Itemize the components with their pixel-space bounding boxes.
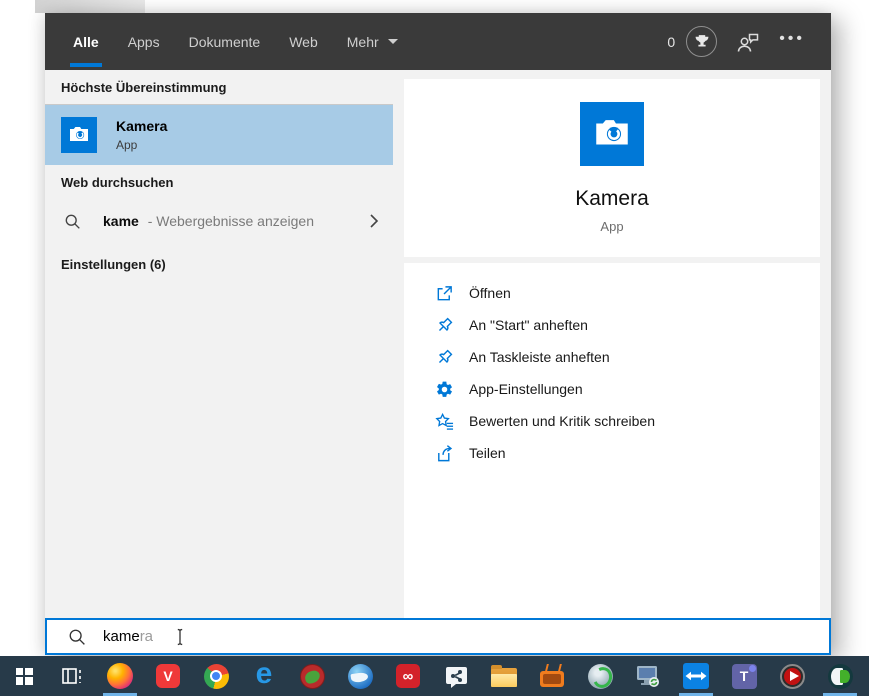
taskbar-tv-app[interactable] [528, 656, 576, 696]
action-share[interactable]: Teilen [435, 437, 820, 469]
taskbar-cisco-webex[interactable] [816, 656, 864, 696]
tv-app-icon [540, 671, 564, 687]
chrome-icon [204, 664, 229, 689]
feedback-person-icon [741, 38, 747, 44]
taskbar-chrome[interactable] [192, 656, 240, 696]
action-pin-taskbar[interactable]: An Taskleiste anheften [435, 341, 820, 373]
adobe-creative-cloud-icon [396, 664, 420, 688]
search-icon [64, 213, 81, 230]
taskbar-teamviewer[interactable] [672, 656, 720, 696]
gear-icon [435, 380, 454, 399]
pin-icon [435, 316, 454, 335]
background-window-edge [35, 0, 145, 13]
action-app-settings[interactable]: App-Einstellungen [435, 373, 820, 405]
tab-alle[interactable]: Alle [73, 13, 99, 70]
camera-app-icon [61, 117, 97, 153]
tab-mehr-label: Mehr [347, 34, 379, 50]
best-match-type: App [116, 138, 167, 152]
taskbar-file-explorer[interactable] [480, 656, 528, 696]
camera-app-icon-large [580, 102, 644, 166]
taskbar-vivaldi[interactable] [144, 656, 192, 696]
trophy-icon [686, 26, 717, 57]
media-player-icon [780, 664, 805, 689]
search-input-value: kame [103, 628, 140, 645]
taskbar-microsoft-teams[interactable] [720, 656, 768, 696]
teamviewer-icon [683, 663, 709, 689]
tab-apps[interactable]: Apps [128, 13, 160, 70]
rewards-count: 0 [667, 34, 675, 50]
suggestion-hint: - Webergebnisse anzeigen [148, 213, 314, 229]
taskbar-thunderbird[interactable] [336, 656, 384, 696]
search-input[interactable]: kamera [45, 618, 831, 655]
taskbar-firefox[interactable] [96, 656, 144, 696]
tab-web[interactable]: Web [289, 13, 318, 70]
action-list: Öffnen An "Start" anheften [404, 263, 820, 618]
microsoft-teams-icon [732, 664, 757, 689]
taskbar-cisco-anyconnect[interactable] [576, 656, 624, 696]
tab-mehr[interactable]: Mehr [347, 13, 398, 70]
thunderbird-icon [348, 664, 373, 689]
preview-app-title: Kamera [575, 187, 649, 211]
mediamonkey-icon [300, 664, 325, 689]
firefox-icon [107, 663, 133, 689]
taskbar-share-app[interactable] [432, 656, 480, 696]
web-suggestion-row[interactable]: kame - Webergebnisse anzeigen [45, 201, 393, 241]
preview-app-type: App [600, 219, 623, 234]
search-icon [68, 628, 86, 646]
vivaldi-icon [156, 664, 180, 688]
best-match-result-kamera[interactable]: Kamera App [45, 105, 393, 165]
preview-panel: Kamera App Öffnen [393, 70, 831, 618]
remote-desktop-icon [635, 664, 661, 688]
feedback-button[interactable] [736, 31, 760, 53]
taskbar [0, 656, 869, 696]
edge-icon [256, 663, 273, 689]
taskbar-adobe-creative-cloud[interactable] [384, 656, 432, 696]
action-rate-review[interactable]: Bewerten und Kritik schreiben [435, 405, 820, 437]
search-input-completion: ra [140, 628, 153, 645]
task-view-icon [60, 665, 84, 687]
filter-tabs: Alle Apps Dokumente Web Mehr [73, 13, 398, 70]
taskbar-start-button[interactable] [0, 656, 48, 696]
taskbar-media-player[interactable] [768, 656, 816, 696]
more-options-button[interactable]: ••• [779, 30, 805, 54]
rate-review-icon [435, 412, 454, 431]
best-match-header: Höchste Übereinstimmung [45, 70, 393, 105]
action-pin-start[interactable]: An "Start" anheften [435, 309, 820, 341]
settings-header: Einstellungen (6) [45, 247, 393, 281]
windows-logo-icon [16, 668, 33, 685]
cisco-anyconnect-icon [588, 664, 613, 689]
chevron-right-icon[interactable] [367, 213, 381, 229]
taskbar-task-view-button[interactable] [48, 656, 96, 696]
cisco-webex-icon [828, 664, 853, 689]
results-panel: Höchste Übereinstimmung Kamera App Web d… [45, 70, 393, 618]
suggestion-query: kame [103, 213, 139, 229]
file-explorer-icon [491, 668, 517, 687]
web-search-header: Web durchsuchen [45, 165, 393, 199]
best-match-title: Kamera [116, 118, 167, 134]
share-app-icon [444, 664, 469, 689]
taskbar-remote-desktop[interactable] [624, 656, 672, 696]
taskbar-mediamonkey[interactable] [288, 656, 336, 696]
search-filter-bar: Alle Apps Dokumente Web Mehr 0 [45, 13, 831, 70]
chevron-down-icon [388, 39, 398, 44]
action-open[interactable]: Öffnen [435, 277, 820, 309]
text-cursor-icon [175, 628, 185, 646]
pin-icon [435, 348, 454, 367]
windows-search-flyout: Alle Apps Dokumente Web Mehr 0 [45, 13, 831, 655]
taskbar-edge[interactable] [240, 656, 288, 696]
rewards-button[interactable]: 0 [667, 26, 717, 57]
share-icon [435, 444, 454, 463]
open-icon [435, 284, 454, 303]
tab-dokumente[interactable]: Dokumente [189, 13, 261, 70]
